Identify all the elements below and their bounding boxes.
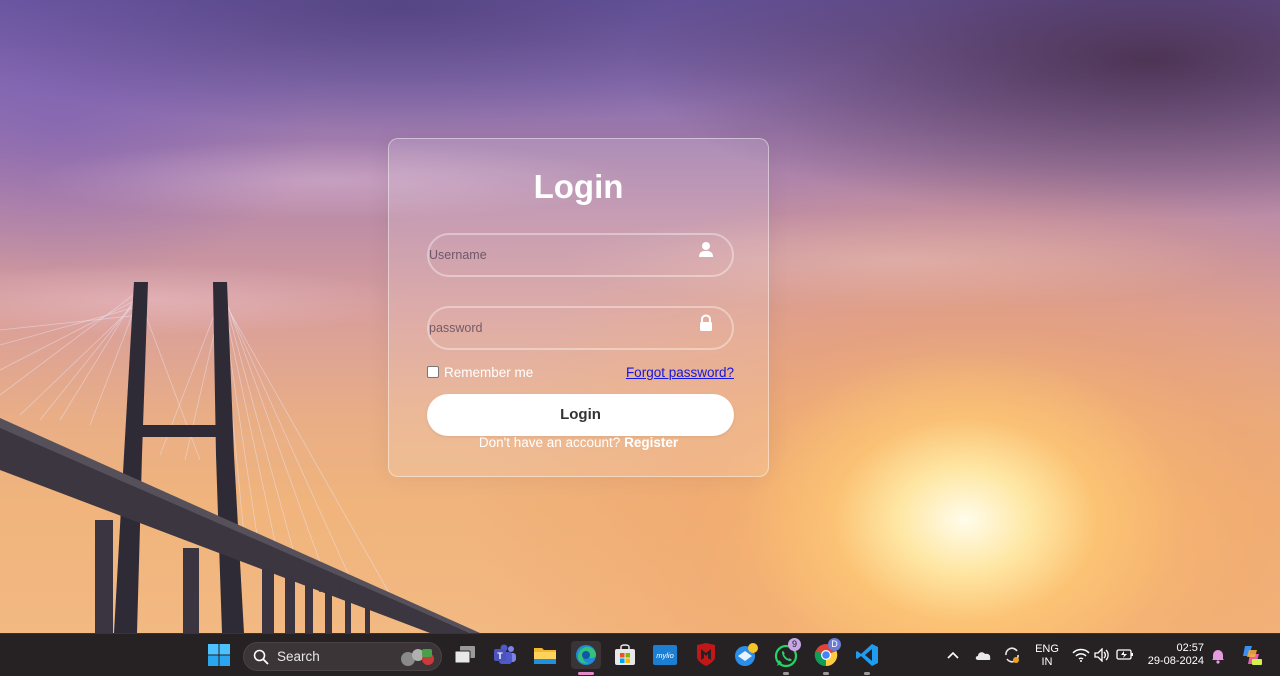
microsoft-store-icon[interactable] [611, 641, 639, 669]
windows-start-icon[interactable] [205, 641, 233, 669]
login-button[interactable]: Login [427, 394, 734, 436]
clock[interactable]: 02:57 29-08-2024 [1144, 642, 1208, 668]
mylio-icon[interactable]: mylio [651, 641, 679, 669]
whatsapp-icon[interactable]: 9 [772, 638, 801, 669]
wifi-icon[interactable] [1072, 648, 1090, 662]
remember-checkbox[interactable] [427, 366, 439, 378]
taskbar: Search T mylio 9 D ENG IN 02:57 29-08-20… [0, 633, 1280, 676]
clock-time: 02:57 [1176, 642, 1204, 654]
taskbar-search[interactable]: Search [243, 642, 442, 671]
username-field[interactable]: Username [427, 233, 734, 277]
chrome-icon[interactable]: D [812, 638, 841, 669]
search-label: Search [277, 649, 320, 664]
user-icon [699, 242, 713, 257]
clock-date: 29-08-2024 [1147, 655, 1204, 667]
lock-icon [700, 314, 712, 331]
notification-bell-icon[interactable] [1210, 648, 1226, 664]
language-code: ENG [1035, 643, 1059, 655]
no-account-text: Don't have an account? [478, 435, 621, 450]
login-title: Login [533, 168, 624, 205]
register-link[interactable]: Register [624, 435, 678, 450]
battery-icon[interactable] [1116, 648, 1134, 660]
vscode-icon[interactable] [853, 641, 881, 669]
region-code: IN [1041, 656, 1053, 668]
password-placeholder: password [429, 321, 483, 335]
forgot-password-link[interactable]: Forgot password? [626, 365, 734, 380]
options-row: Remember me Forgot password? [427, 364, 734, 382]
login-card: Login Username password Remember me Forg… [388, 138, 769, 477]
username-placeholder: Username [429, 248, 487, 262]
register-line: Don't have an account? Register [389, 435, 768, 450]
sync-icon[interactable] [1003, 646, 1021, 664]
svg-text:T: T [497, 651, 503, 661]
language-indicator[interactable]: ENG IN [1033, 643, 1061, 669]
password-field[interactable]: password [427, 306, 734, 350]
onedrive-icon[interactable] [974, 649, 992, 661]
svg-text:mylio: mylio [656, 651, 674, 660]
teams-icon[interactable]: T [491, 641, 519, 669]
chevron-up-icon[interactable] [946, 650, 960, 660]
edge-icon[interactable] [571, 641, 601, 669]
chrome-profile-badge: D [828, 638, 841, 651]
remember-label[interactable]: Remember me [444, 365, 533, 380]
mcafee-icon[interactable] [692, 641, 720, 669]
thunderbird-icon[interactable] [732, 641, 760, 669]
file-explorer-icon[interactable] [531, 641, 559, 669]
volume-icon[interactable] [1094, 648, 1110, 662]
search-highlight-icon [401, 649, 434, 666]
copilot-icon[interactable] [1240, 644, 1262, 666]
task-view-icon[interactable] [451, 641, 479, 669]
whatsapp-badge: 9 [788, 638, 801, 651]
search-icon [253, 649, 269, 665]
